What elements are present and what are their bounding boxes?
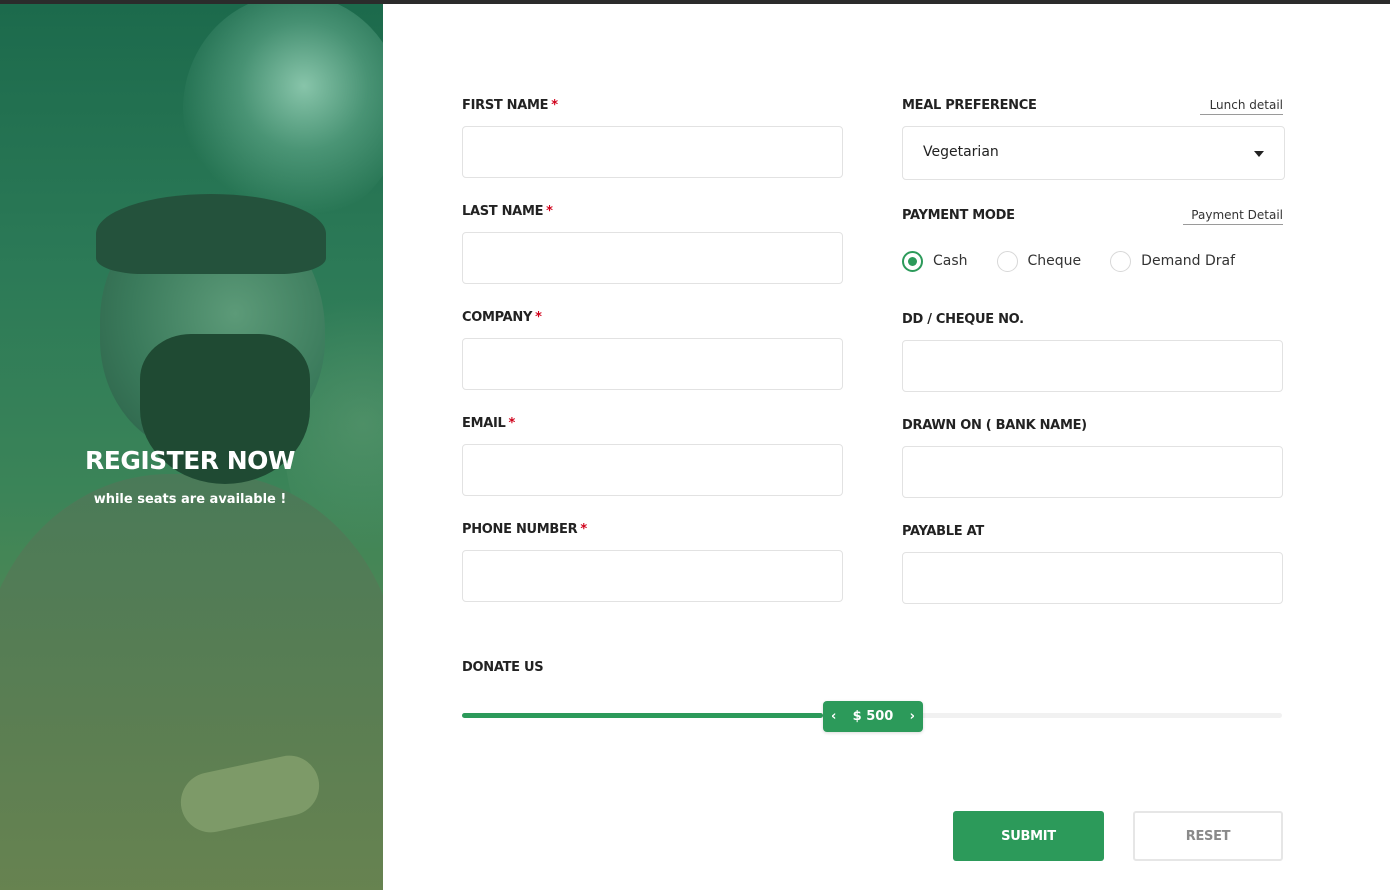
hero-subline: while seats are available ! (93, 492, 287, 507)
cheque-no-label: DD / CHEQUE NO. (902, 312, 1024, 327)
payment-mode-radio-group: Cash Cheque Demand Draf (902, 249, 1235, 273)
donate-label: DONATE US (462, 660, 544, 675)
donate-slider-fill (462, 713, 823, 718)
payment-mode-label: PAYMENT MODE (902, 208, 1015, 223)
radio-cash[interactable]: Cash (902, 250, 968, 272)
stage-lights (183, 4, 383, 224)
reset-button[interactable]: RESET (1133, 811, 1283, 861)
required-marker: * (546, 204, 553, 219)
bank-name-input[interactable] (902, 446, 1283, 498)
radio-label-cash: Cash (933, 253, 968, 269)
hero-panel: REGISTER NOW while seats are available ! (0, 4, 383, 890)
donate-amount: $ 500 (852, 709, 894, 724)
email-label-text: EMAIL (462, 416, 506, 431)
radio-button-checked[interactable] (902, 250, 923, 272)
chevron-left-icon: ‹ (831, 709, 837, 724)
speaker-body (0, 474, 383, 890)
meal-preference-label: MEAL PREFERENCE (902, 98, 1037, 113)
radio-demand-draft[interactable]: Demand Draf (1110, 250, 1236, 272)
lunch-detail-link[interactable]: Lunch detail (1200, 98, 1283, 115)
company-label: COMPANY * (462, 310, 542, 325)
required-marker: * (508, 416, 516, 431)
phone-input[interactable] (462, 550, 843, 602)
meal-preference-select[interactable]: Vegetarian (902, 126, 1285, 180)
phone-label: PHONE NUMBER * (462, 522, 587, 537)
radio-button[interactable] (1110, 250, 1132, 272)
required-marker: * (535, 310, 542, 325)
radio-label-demand-draft: Demand Draf (1141, 253, 1236, 269)
last-name-label-text: LAST NAME (462, 204, 544, 219)
donate-slider-handle[interactable]: ‹ $ 500 › (823, 701, 923, 732)
payable-at-label: PAYABLE AT (902, 524, 984, 539)
payment-detail-link[interactable]: Payment Detail (1183, 208, 1283, 225)
radio-cheque[interactable]: Cheque (996, 250, 1082, 272)
first-name-label-text: FIRST NAME (462, 98, 549, 113)
first-name-label: FIRST NAME * (462, 98, 558, 113)
first-name-input[interactable] (462, 126, 843, 178)
submit-button[interactable]: SUBMIT (953, 811, 1104, 861)
phone-label-text: PHONE NUMBER (462, 522, 578, 537)
payable-at-input[interactable] (902, 552, 1283, 604)
meal-selected-value: Vegetarian (923, 144, 999, 160)
required-marker: * (551, 98, 558, 113)
required-marker: * (580, 522, 587, 537)
company-label-text: COMPANY (462, 310, 533, 325)
caret-down-icon (1254, 151, 1264, 157)
company-input[interactable] (462, 338, 843, 390)
bank-name-label: DRAWN ON ( BANK NAME) (902, 418, 1087, 433)
radio-label-cheque: Cheque (1027, 253, 1082, 269)
last-name-label: LAST NAME * (462, 204, 553, 219)
email-label: EMAIL * (462, 416, 515, 431)
speaker-hair (96, 194, 326, 274)
last-name-input[interactable] (462, 232, 843, 284)
cheque-no-input[interactable] (902, 340, 1283, 392)
email-input[interactable] (462, 444, 843, 496)
chevron-right-icon: › (909, 709, 915, 724)
hero-headline: REGISTER NOW (85, 446, 296, 475)
radio-button[interactable] (996, 250, 1018, 272)
